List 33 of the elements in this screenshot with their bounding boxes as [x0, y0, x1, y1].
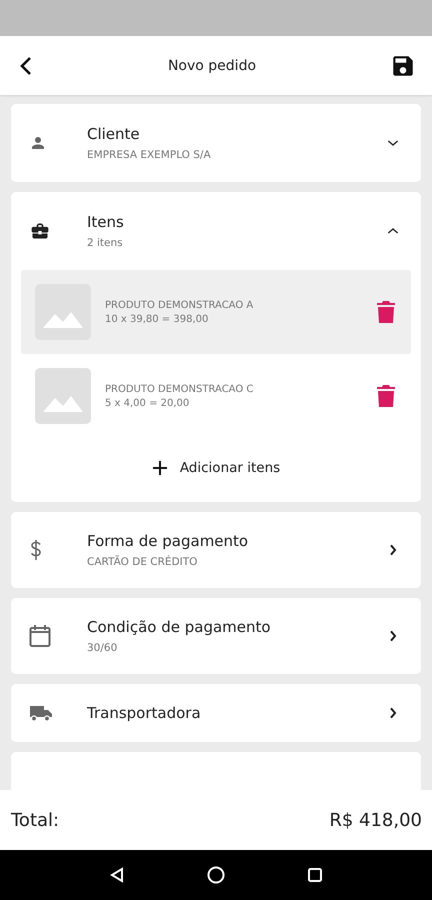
section-title: Itens [87, 213, 125, 231]
calendar-icon [29, 624, 51, 648]
section-card[interactable]: Condição de pagamento 30/60 [11, 598, 421, 674]
section-subtitle: CARTÃO DE CRÉDITO [87, 556, 198, 568]
section-title: Transportadora [87, 704, 202, 722]
back-button[interactable] [18, 56, 34, 76]
section-subtitle: EMPRESA EXEMPLO S/A [87, 149, 212, 161]
product-total: 5 x 4,00 = 20,00 [105, 398, 190, 408]
total-value: R$ 418,00 [329, 810, 422, 830]
delete-button[interactable] [377, 301, 395, 323]
screen-title: Novo pedido [168, 58, 256, 74]
product-total: 10 x 39,80 = 398,00 [105, 314, 210, 324]
briefcase-icon [29, 221, 51, 241]
dollar-icon [29, 539, 43, 561]
truck-icon [29, 704, 53, 722]
section-subtitle: 2 itens [87, 237, 124, 249]
section-title: Cliente [87, 125, 141, 143]
product-name: PRODUTO DEMONSTRACAO A [105, 300, 254, 310]
home-icon[interactable] [207, 866, 225, 884]
back-icon[interactable] [109, 867, 125, 883]
section-subtitle: 30/60 [87, 642, 118, 654]
total-label: Total: [11, 810, 60, 830]
section-title: Forma de pagamento [87, 532, 250, 550]
product-name: PRODUTO DEMONSTRACAO C [105, 384, 254, 394]
section-title: Condição de pagamento [87, 618, 272, 636]
delete-button[interactable] [377, 385, 395, 407]
product-row[interactable]: PRODUTO DEMONSTRACAO A 10 x 39,80 = 398,00 [21, 270, 411, 354]
add-items-button[interactable]: Adicionar itens [148, 456, 284, 480]
plus-icon [152, 460, 168, 476]
section-card[interactable]: Forma de pagamento CARTÃO DE CRÉDITO [11, 512, 421, 588]
section-card[interactable]: Transportadora [11, 684, 421, 742]
person-icon [29, 134, 47, 152]
recents-icon[interactable] [307, 867, 323, 883]
